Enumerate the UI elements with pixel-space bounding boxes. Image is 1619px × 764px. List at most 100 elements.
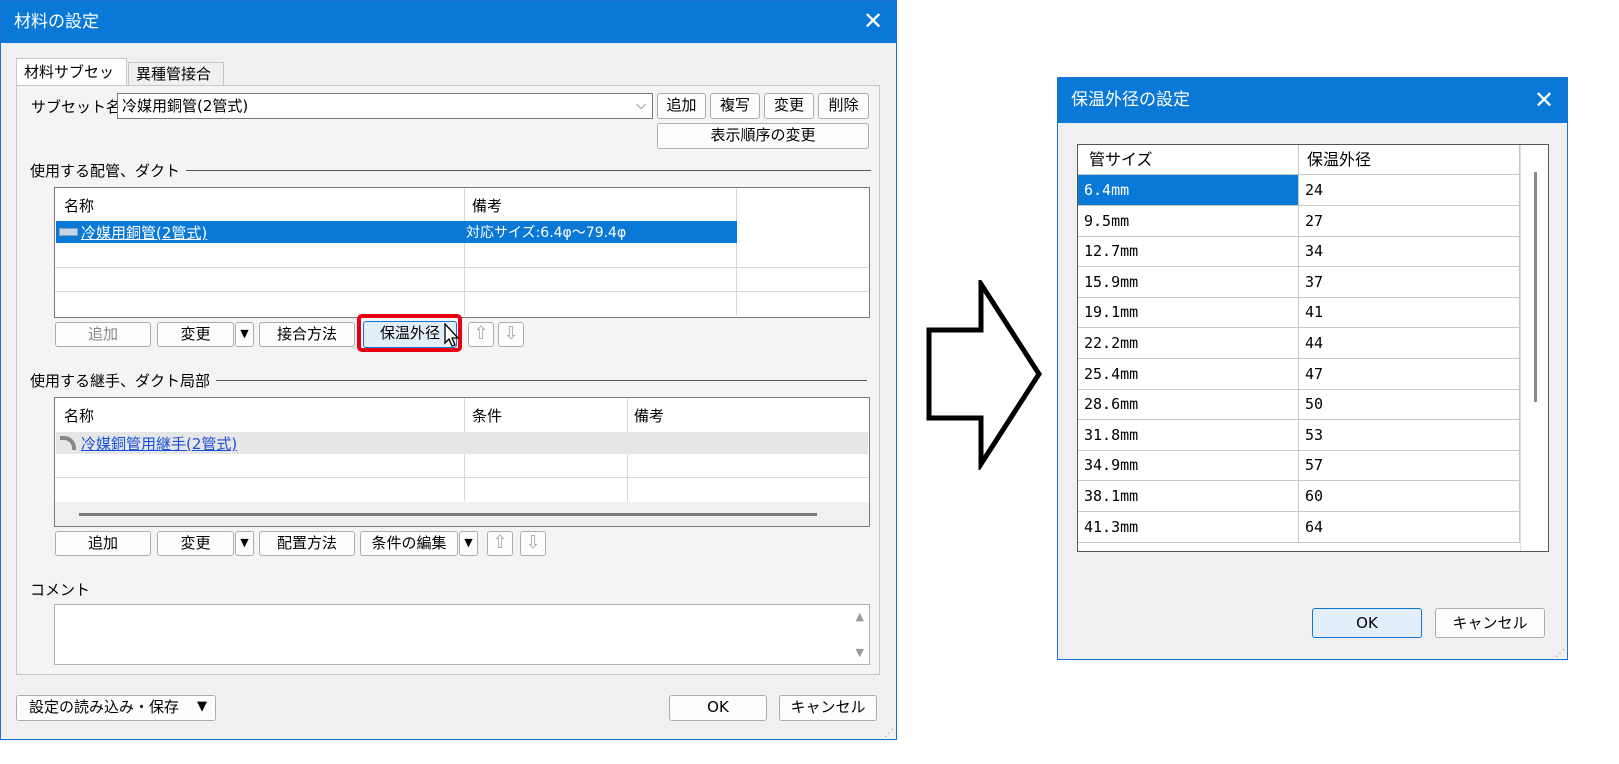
insulation-diameter-cell[interactable]: 64 (1299, 511, 1520, 543)
pipe-row-note: 対応サイズ:6.4φ～79.4φ (466, 225, 627, 241)
pipe-section-label: 使用する配管、ダクト (30, 160, 187, 181)
fitting-up-button[interactable]: ⇧ (487, 531, 513, 556)
scroll-up-icon[interactable]: ▲ (856, 610, 864, 623)
table-row[interactable]: 19.1mm 41 (1078, 297, 1520, 329)
pipe-down-button[interactable]: ⇩ (498, 322, 524, 347)
triangle-down-icon: ▼ (240, 327, 249, 340)
table-row[interactable]: 41.3mm 64 (1078, 511, 1520, 543)
insulation-diameter-cell[interactable]: 47 (1299, 358, 1520, 390)
table-row[interactable]: 34.9mm 57 (1078, 450, 1520, 482)
table-row[interactable]: 38.1mm 60 (1078, 481, 1520, 512)
elbow-icon (60, 436, 76, 450)
grid-line (55, 291, 869, 292)
subset-copy-button[interactable]: 複写 (710, 93, 760, 119)
header-insulation-diameter: 保温外径 (1299, 145, 1520, 175)
header-pipe-size: 管サイズ (1078, 145, 1299, 175)
tab-heterogeneous-joint[interactable]: 異種管接合 (128, 62, 224, 86)
cancel-button[interactable]: キャンセル (779, 695, 877, 721)
pipe-table: 名称 備考 冷媒用銅管(2管式) 対応サイズ:6.4φ～79.4φ (54, 187, 870, 318)
insulation-diameter-cell[interactable]: 24 (1299, 175, 1520, 206)
ok-button[interactable]: OK (1312, 608, 1422, 638)
pipe-change-button[interactable]: 変更 (157, 322, 234, 347)
right-arrow-icon (926, 280, 1042, 470)
dialog-title: 材料の設定 (1, 1, 896, 43)
insulation-diameter-cell[interactable]: 53 (1299, 419, 1520, 451)
edit-condition-dropdown[interactable]: ▼ (459, 531, 478, 556)
pipe-size-cell[interactable]: 31.8mm (1078, 419, 1299, 451)
scroll-down-icon[interactable]: ▼ (856, 646, 864, 659)
table-header-row: 管サイズ 保温外径 (1078, 145, 1520, 175)
scrollbar-thumb[interactable] (79, 513, 817, 516)
insulation-diameter-cell[interactable]: 57 (1299, 450, 1520, 482)
vertical-scrollbar[interactable] (1520, 145, 1548, 551)
table-row[interactable]: 9.5mm 27 (1078, 205, 1520, 237)
pipe-size-cell[interactable]: 34.9mm (1078, 450, 1299, 482)
connect-method-button[interactable]: 接合方法 (259, 322, 355, 347)
pipe-size-cell[interactable]: 6.4mm (1078, 175, 1299, 206)
pipe-size-cell[interactable]: 28.6mm (1078, 389, 1299, 421)
horizontal-scrollbar[interactable] (55, 502, 869, 526)
edit-condition-button[interactable]: 条件の編集 (360, 531, 458, 556)
comment-textarea[interactable]: ▲ ▼ (54, 604, 870, 665)
table-row[interactable]: 6.4mm 24 (1078, 175, 1520, 206)
pipe-size-cell[interactable]: 41.3mm (1078, 511, 1299, 543)
ok-button[interactable]: OK (669, 695, 767, 721)
table-row[interactable]: 12.7mm 34 (1078, 236, 1520, 268)
subset-add-button[interactable]: 追加 (657, 93, 706, 119)
pipe-size-cell[interactable]: 15.9mm (1078, 266, 1299, 298)
insulation-settings-dialog: 保温外径の設定 ✕ 管サイズ 保温外径 6.4mm 24 9.5mm 27 12.7mm… (1057, 77, 1568, 660)
resize-grip-icon[interactable]: ⋰ (884, 728, 894, 739)
table-row[interactable]: 15.9mm 37 (1078, 266, 1520, 298)
pipe-size-cell[interactable]: 9.5mm (1078, 205, 1299, 237)
pipe-row-selected[interactable]: 冷媒用銅管(2管式) 対応サイズ:6.4φ～79.4φ (56, 221, 737, 243)
comment-label: コメント (30, 581, 91, 599)
insulation-table: 管サイズ 保温外径 6.4mm 24 9.5mm 27 12.7mm 34 15.9mm 37… (1077, 144, 1549, 552)
pipe-size-cell[interactable]: 12.7mm (1078, 236, 1299, 268)
insulation-diameter-cell[interactable]: 37 (1299, 266, 1520, 298)
pipe-size-cell[interactable]: 19.1mm (1078, 297, 1299, 329)
close-icon[interactable]: ✕ (860, 8, 886, 34)
fitting-section-label: 使用する継手、ダクト局部 (30, 370, 217, 391)
material-settings-dialog: 材料の設定 ✕ 材料サブセット 異種管接合 サブセット名 冷媒用銅管(2管式) … (0, 0, 897, 740)
cancel-button[interactable]: キャンセル (1435, 608, 1545, 638)
pipe-up-button[interactable]: ⇧ (468, 322, 494, 347)
tab-material-subset[interactable]: 材料サブセット (16, 58, 127, 107)
fitting-row-name[interactable]: 冷媒銅管用継手(2管式) (81, 433, 237, 454)
subset-delete-button[interactable]: 削除 (818, 93, 869, 119)
pipe-size-cell[interactable]: 25.4mm (1078, 358, 1299, 390)
insulation-diameter-cell[interactable]: 60 (1299, 481, 1520, 512)
table-row[interactable]: 28.6mm 50 (1078, 389, 1520, 421)
pipe-header-note: 備考 (472, 197, 503, 215)
fitting-row[interactable]: 冷媒銅管用継手(2管式) (56, 432, 868, 454)
insulation-diameter-cell[interactable]: 34 (1299, 236, 1520, 268)
table-row[interactable]: 31.8mm 53 (1078, 419, 1520, 451)
fitting-add-button[interactable]: 追加 (55, 531, 151, 556)
table-row[interactable]: 25.4mm 47 (1078, 358, 1520, 390)
fitting-change-button[interactable]: 変更 (157, 531, 234, 556)
pipe-add-button[interactable]: 追加 (55, 322, 151, 347)
pipe-row-name[interactable]: 冷媒用銅管(2管式) (81, 222, 207, 243)
insulation-diameter-cell[interactable]: 41 (1299, 297, 1520, 329)
subset-select[interactable]: 冷媒用銅管(2管式) ⌵ (117, 93, 653, 119)
dialog-title: 保温外径の設定 (1058, 78, 1567, 123)
resize-grip-icon[interactable]: ⋰ (1555, 648, 1565, 659)
close-icon[interactable]: ✕ (1531, 87, 1557, 113)
fitting-down-button[interactable]: ⇩ (520, 531, 546, 556)
load-save-button[interactable]: 設定の読み込み・保存 ▼ (16, 695, 216, 721)
subset-change-button[interactable]: 変更 (764, 93, 814, 119)
pipe-change-dropdown[interactable]: ▼ (235, 322, 254, 347)
scrollbar-thumb[interactable] (1534, 172, 1537, 402)
insulation-diameter-cell[interactable]: 50 (1299, 389, 1520, 421)
fitting-table: 名称 条件 備考 冷媒銅管用継手(2管式) (54, 397, 870, 527)
placement-method-button[interactable]: 配置方法 (259, 531, 355, 556)
pipe-size-cell[interactable]: 38.1mm (1078, 481, 1299, 512)
reorder-button[interactable]: 表示順序の変更 (657, 123, 869, 149)
pipe-size-cell[interactable]: 22.2mm (1078, 328, 1299, 359)
grid-line (464, 188, 465, 316)
table-row[interactable]: 22.2mm 44 (1078, 328, 1520, 359)
insulation-diameter-cell[interactable]: 44 (1299, 328, 1520, 359)
insulation-diameter-cell[interactable]: 27 (1299, 205, 1520, 237)
fitting-change-dropdown[interactable]: ▼ (235, 531, 254, 556)
fitting-header-condition: 条件 (472, 407, 503, 425)
arrow-up-icon: ⇧ (473, 323, 489, 344)
